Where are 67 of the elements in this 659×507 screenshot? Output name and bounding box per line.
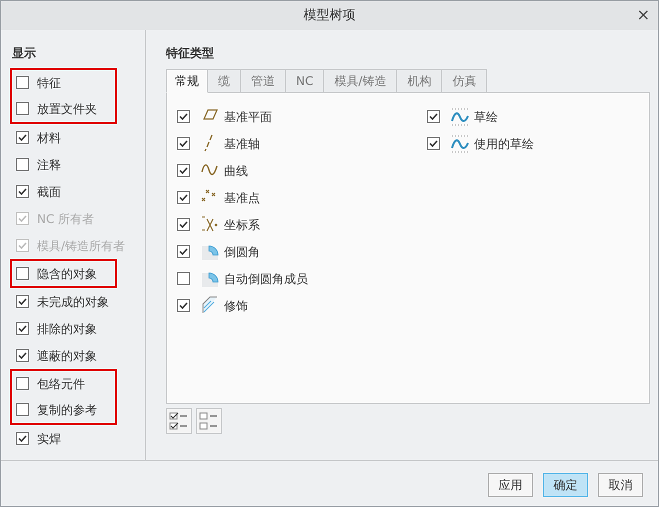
checkbox-label: 实焊	[37, 430, 61, 448]
select-all-icon	[169, 411, 189, 431]
tab[interactable]: 缆	[208, 69, 241, 93]
checkbox[interactable]	[16, 158, 29, 171]
checkbox-label: 模具/铸造所有者	[37, 238, 126, 254]
checkbox-label: 基准点	[224, 190, 260, 206]
checkbox[interactable]	[427, 110, 440, 123]
checkbox[interactable]	[177, 245, 190, 258]
sketch-icon	[450, 134, 470, 154]
section-heading: 显示	[12, 45, 37, 60]
clear-all-icon	[199, 411, 219, 431]
tab[interactable]: 常规	[166, 69, 208, 93]
checkbox-label: 使用的草绘	[474, 136, 534, 152]
checkbox[interactable]	[177, 164, 190, 177]
checkbox[interactable]	[16, 322, 29, 335]
checkbox[interactable]	[177, 272, 190, 285]
tab[interactable]: 机构	[397, 69, 442, 93]
section-heading: 特征类型	[166, 45, 215, 60]
checkbox-label: 遮蔽的对象	[37, 348, 97, 364]
checkbox-label: 草绘	[474, 108, 498, 126]
checkbox-label: 基准平面	[224, 108, 272, 126]
checkbox-label: 未完成的对象	[37, 294, 109, 310]
checkbox[interactable]	[16, 432, 29, 445]
checkbox-label: 基准轴	[224, 136, 260, 152]
tab[interactable]: 模具/铸造	[324, 69, 398, 93]
checkbox[interactable]	[16, 349, 29, 362]
checkbox-label: 倒圆角	[224, 244, 260, 260]
checkbox-label: NC 所有者	[37, 210, 94, 228]
dialog-button[interactable]: 应用	[488, 473, 533, 497]
checkbox[interactable]	[177, 299, 190, 312]
checkbox[interactable]	[177, 137, 190, 150]
clear-all-button[interactable]	[196, 408, 222, 434]
checkbox[interactable]	[16, 131, 29, 144]
sketch-icon	[450, 106, 470, 126]
checkbox-label: 放置文件夹	[37, 100, 97, 118]
checkbox[interactable]	[16, 185, 29, 198]
checkbox-label: 材料	[37, 130, 61, 146]
checkbox-label: 包络元件	[37, 376, 85, 392]
checkbox[interactable]	[16, 377, 29, 390]
checkbox[interactable]	[177, 191, 190, 204]
checkbox-label: 曲线	[224, 162, 248, 180]
checkbox-label: 特征	[37, 74, 61, 92]
checkbox-label: 复制的参考	[37, 402, 97, 418]
checkbox[interactable]	[177, 218, 190, 231]
checkbox-label: 自动倒圆角成员	[224, 270, 308, 288]
window-title: 模型树项	[304, 6, 356, 25]
dialog-button[interactable]: 确定	[543, 473, 588, 497]
checkbox[interactable]	[16, 403, 29, 416]
checkbox[interactable]	[16, 267, 29, 280]
tab[interactable]: NC	[286, 69, 324, 93]
close-button[interactable]: ×	[636, 6, 650, 24]
checkbox-label: 注释	[37, 156, 61, 174]
checkbox-label: 坐标系	[224, 216, 260, 234]
checkbox-label: 排除的对象	[37, 320, 97, 338]
tab[interactable]: 仿真	[442, 69, 488, 93]
dialog-button[interactable]: 取消	[598, 473, 643, 497]
tab[interactable]: 管道	[241, 69, 286, 93]
checkbox[interactable]	[427, 137, 440, 150]
checkbox[interactable]	[16, 102, 29, 115]
checkbox[interactable]	[16, 295, 29, 308]
checkbox-label: 修饰	[224, 298, 248, 314]
hatch-icon	[200, 296, 220, 316]
checkbox-label: 隐含的对象	[37, 266, 97, 282]
select-all-button[interactable]	[166, 408, 192, 434]
checkbox-label: 截面	[37, 184, 61, 200]
checkbox[interactable]	[16, 76, 29, 89]
checkbox[interactable]	[177, 110, 190, 123]
